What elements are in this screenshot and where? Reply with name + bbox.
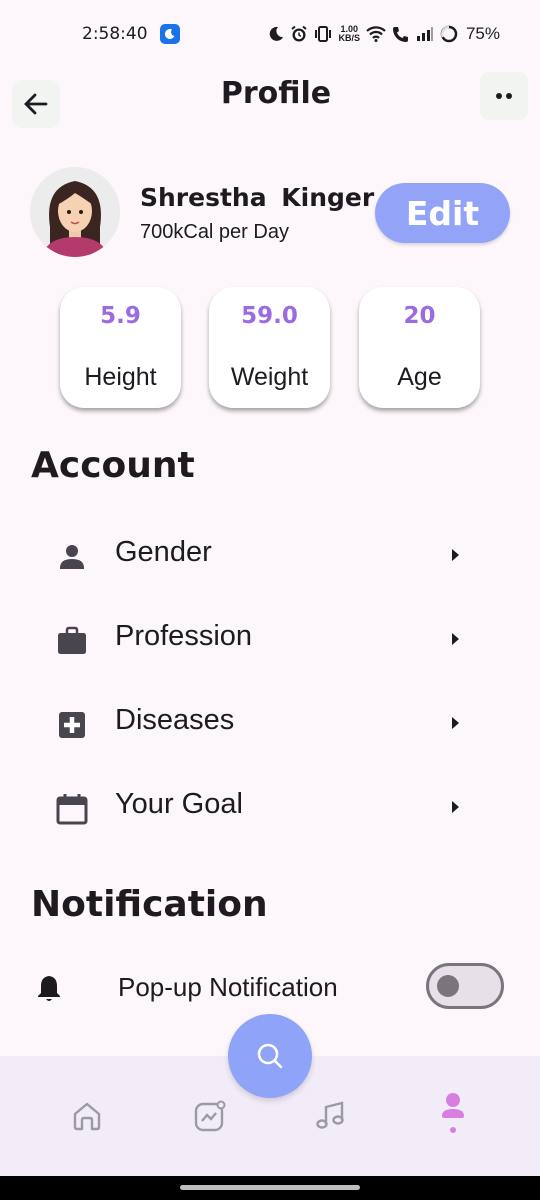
menu-item-gender[interactable]: Gender (0, 518, 540, 588)
bell-icon (38, 976, 60, 1001)
chart-icon (194, 1100, 226, 1132)
stat-label: Weight (230, 363, 309, 391)
chevron-right-icon (452, 549, 459, 561)
menu-item-label: Gender (115, 536, 212, 568)
search-icon (257, 1043, 283, 1069)
menu-item-profession[interactable]: Profession (0, 602, 540, 672)
toggle-knob (437, 975, 459, 997)
search-fab-button[interactable] (228, 1014, 312, 1098)
home-icon (73, 1102, 101, 1131)
stat-card-age: 20 Age (359, 287, 480, 408)
battery-icon (440, 25, 458, 43)
account-section-title: Account (31, 445, 195, 486)
profile-icon (442, 1093, 464, 1133)
chevron-right-icon (452, 801, 459, 813)
briefcase-icon (58, 626, 86, 654)
nav-music[interactable] (311, 1096, 351, 1136)
more-dots-icon (496, 93, 512, 99)
notification-section-title: Notification (31, 884, 268, 925)
profile-calories: 700kCal per Day (140, 221, 289, 243)
avatar (30, 167, 120, 257)
status-bar: 2:58:40 1.00 KB/S 75% (0, 0, 540, 68)
popup-notification-label: Pop-up Notification (118, 972, 338, 1002)
edit-button[interactable]: Edit (375, 183, 510, 243)
page-title: Profile (220, 76, 332, 111)
stat-card-weight: 59.0 Weight (209, 287, 330, 408)
nav-home[interactable] (67, 1096, 107, 1136)
stat-value: 59.0 (241, 303, 298, 329)
chevron-right-icon (452, 633, 459, 645)
stat-value: 20 (403, 303, 436, 329)
nav-stats[interactable] (190, 1096, 230, 1136)
stat-card-height: 5.9 Height (60, 287, 181, 408)
system-navigation-bar (0, 1176, 540, 1200)
signal-icon (416, 27, 433, 41)
chevron-right-icon (452, 717, 459, 729)
nav-profile[interactable] (433, 1093, 473, 1136)
alarm-icon (291, 25, 308, 42)
person-icon (60, 545, 84, 569)
menu-item-diseases[interactable]: Diseases (0, 686, 540, 756)
battery-level: 75% (465, 24, 500, 43)
menu-item-label: Diseases (115, 704, 235, 736)
stat-label: Height (84, 363, 157, 391)
menu-item-label: Your Goal (115, 788, 243, 820)
medical-plus-icon (59, 712, 85, 738)
net-speed: 1.00 KB/S (338, 24, 360, 43)
vibrate-icon (315, 26, 332, 42)
status-time: 2:58:40 (82, 24, 148, 44)
wifi-icon (366, 26, 386, 42)
stat-label: Age (397, 363, 442, 391)
wifi-call-icon (392, 27, 408, 42)
popup-notification-toggle[interactable] (426, 963, 504, 1009)
menu-item-label: Profession (115, 620, 253, 652)
popup-notification-row: Pop-up Notification (0, 952, 540, 1022)
profile-name: Shrestha Kinger (140, 183, 375, 212)
moon-app-icon (159, 24, 180, 44)
home-indicator[interactable] (180, 1185, 360, 1190)
more-options-button[interactable] (480, 72, 528, 120)
music-icon (316, 1101, 344, 1129)
menu-item-your-goal[interactable]: Your Goal (0, 770, 540, 840)
calendar-icon (56, 794, 88, 825)
stat-value: 5.9 (100, 303, 141, 329)
do-not-disturb-icon (270, 26, 284, 41)
